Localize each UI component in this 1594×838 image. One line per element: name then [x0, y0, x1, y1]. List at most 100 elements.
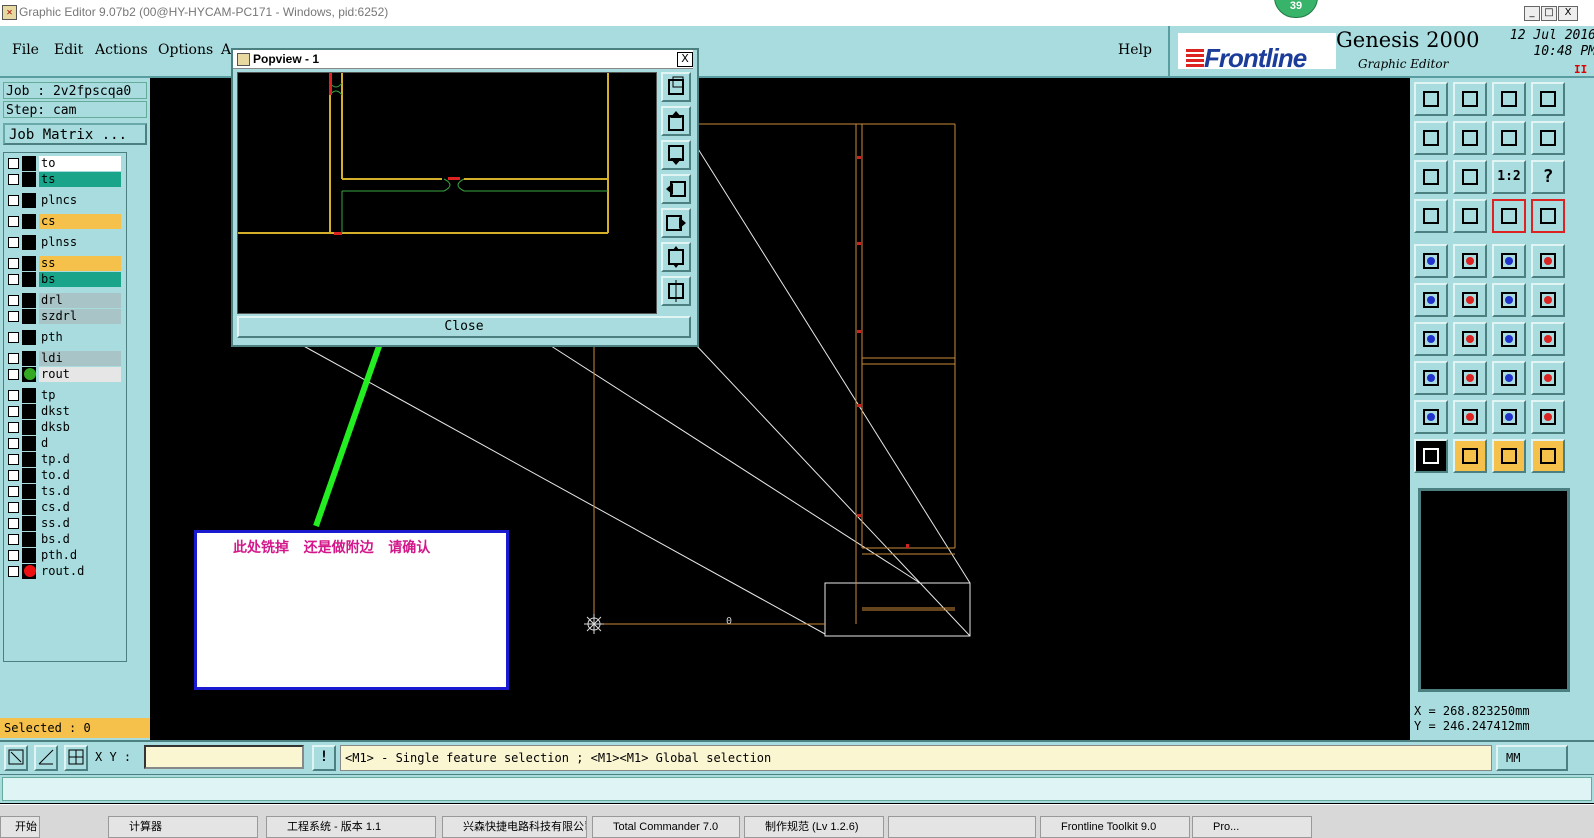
task-spec[interactable]: 制作规范 (Lv 1.2.6) [744, 816, 884, 838]
layer-row-ts-d[interactable]: ts.d [6, 484, 122, 499]
layer-row-plnss[interactable]: plnss [6, 235, 122, 250]
layer-name[interactable]: rout [39, 367, 121, 382]
layer-grid-icon[interactable] [1531, 199, 1565, 233]
layer-name[interactable]: bs.d [39, 532, 121, 547]
home-icon[interactable] [1492, 82, 1526, 116]
hole-icon[interactable] [1531, 244, 1565, 278]
flip-icon[interactable] [1531, 322, 1565, 356]
zoom-ratio-button[interactable]: 1:2 [1492, 160, 1526, 194]
layer-name[interactable]: dkst [39, 404, 121, 419]
layer-row-ss-d[interactable]: ss.d [6, 516, 122, 531]
layer-checkbox[interactable] [8, 216, 19, 227]
layer-checkbox[interactable] [8, 486, 19, 497]
layer-row-to-d[interactable]: to.d [6, 468, 122, 483]
help-button[interactable]: ? [1531, 160, 1565, 194]
zoom-fit-icon[interactable] [1414, 160, 1448, 194]
pv-pan-right-icon[interactable] [661, 208, 691, 238]
layer-checkbox[interactable] [8, 390, 19, 401]
layer-name[interactable]: tp.d [39, 452, 121, 467]
menu-actions[interactable]: Actions [95, 42, 148, 58]
layer-name[interactable]: ts.d [39, 484, 121, 499]
layer-name[interactable]: cs [39, 214, 121, 229]
zoom-center-icon[interactable] [1453, 160, 1487, 194]
layer-checkbox[interactable] [8, 406, 19, 417]
layer-checkbox[interactable] [8, 258, 19, 269]
layer-checkbox[interactable] [8, 518, 19, 529]
triangle-bold-icon[interactable] [1492, 400, 1526, 434]
minimize-button[interactable]: _ [1524, 6, 1540, 21]
move-left-icon[interactable] [1414, 121, 1448, 155]
layer-row-pth[interactable]: pth [6, 330, 122, 345]
triangle-up-icon[interactable] [1453, 400, 1487, 434]
layer-checkbox[interactable] [8, 502, 19, 513]
task-blank[interactable] [888, 816, 1036, 838]
layer-checkbox[interactable] [8, 550, 19, 561]
layer-checkbox[interactable] [8, 311, 19, 322]
layer-checkbox[interactable] [8, 438, 19, 449]
mirror-icon[interactable] [1492, 121, 1526, 155]
triangle-icon[interactable] [1414, 400, 1448, 434]
pv-center-icon[interactable] [661, 276, 691, 306]
popview-window[interactable]: Popview - 1 X Close [231, 48, 699, 347]
cross-icon[interactable] [1453, 283, 1487, 317]
layer-row-tp[interactable]: tp [6, 388, 122, 403]
measure-icon[interactable] [1492, 361, 1526, 395]
layer-name[interactable]: plncs [39, 193, 121, 208]
task-frontline-toolkit[interactable]: Frontline Toolkit 9.0 [1040, 816, 1190, 838]
layer-name[interactable]: d [39, 436, 121, 451]
layer-name[interactable]: to [39, 156, 121, 171]
task-company[interactable]: 兴森快捷电路科技有限公司 [442, 816, 587, 838]
popview-close-button[interactable]: Close [237, 316, 691, 338]
xy-input[interactable] [144, 745, 304, 769]
menu-file[interactable]: File [12, 42, 39, 58]
layer-row-ts[interactable]: ts [6, 172, 122, 187]
popview-title-bar[interactable]: Popview - 1 X [233, 50, 693, 69]
layer-name[interactable]: ts [39, 172, 121, 187]
layer-row-cs[interactable]: cs [6, 214, 122, 229]
layer-row-bs-d[interactable]: bs.d [6, 532, 122, 547]
layer-row-to[interactable]: to [6, 156, 122, 171]
layer-name[interactable]: ss.d [39, 516, 121, 531]
layer-row-pth-d[interactable]: pth.d [6, 548, 122, 563]
layer-checkbox[interactable] [8, 369, 19, 380]
menu-edit[interactable]: Edit [54, 42, 83, 58]
layer-row-tp-d[interactable]: tp.d [6, 452, 122, 467]
layer-row-dksb[interactable]: dksb [6, 420, 122, 435]
layer-row-d[interactable]: d [6, 436, 122, 451]
layer-name[interactable]: dksb [39, 420, 121, 435]
link-point-icon[interactable] [1531, 283, 1565, 317]
window-icon[interactable] [1531, 82, 1565, 116]
layer-checkbox[interactable] [8, 158, 19, 169]
job-matrix-button[interactable]: Job Matrix ... [3, 123, 147, 145]
layer-name[interactable]: pth.d [39, 548, 121, 563]
layer-row-rout-d[interactable]: rout.d [6, 564, 122, 579]
route-icon[interactable] [1531, 439, 1565, 473]
cursor-box-icon[interactable] [1453, 439, 1487, 473]
line-icon[interactable] [1453, 322, 1487, 356]
pv-pan-left-icon[interactable] [661, 174, 691, 204]
overview-preview[interactable] [1418, 488, 1570, 692]
cursor-select-icon[interactable] [1492, 439, 1526, 473]
task-pro[interactable]: Pro... [1192, 816, 1312, 838]
close-button[interactable]: X [1558, 6, 1578, 21]
menu-analysis[interactable]: A [221, 42, 231, 58]
menu-options[interactable]: Options [158, 42, 213, 58]
ruler-icon[interactable] [1492, 244, 1526, 278]
layer-name[interactable]: to.d [39, 468, 121, 483]
popview-close-x[interactable]: X [677, 52, 693, 67]
app-icon[interactable]: ✕ [2, 5, 17, 20]
pv-pan-up-icon[interactable] [661, 106, 691, 136]
layer-checkbox[interactable] [8, 470, 19, 481]
layer-name[interactable]: ss [39, 256, 121, 271]
select-mode-icon[interactable] [4, 745, 28, 771]
layer-checkbox[interactable] [8, 422, 19, 433]
layer-checkbox[interactable] [8, 237, 19, 248]
layer-name[interactable]: bs [39, 272, 121, 287]
popview-screen[interactable] [237, 72, 657, 314]
layer-checkbox[interactable] [8, 353, 19, 364]
layer-table-icon[interactable] [1492, 199, 1526, 233]
layer-name[interactable]: tp [39, 388, 121, 403]
slope-icon[interactable] [1414, 322, 1448, 356]
move-right-icon[interactable] [1453, 121, 1487, 155]
cursor-icon[interactable] [1414, 439, 1448, 473]
